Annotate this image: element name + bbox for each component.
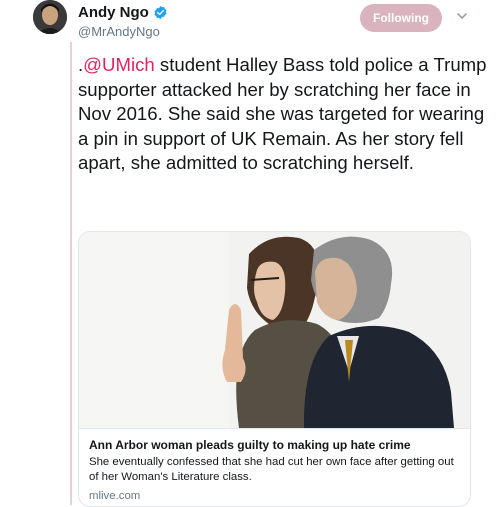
link-card-image (79, 232, 470, 428)
author-name-row: Andy Ngo (78, 4, 168, 21)
avatar[interactable] (33, 0, 67, 34)
mention-link[interactable]: @UMich (83, 54, 155, 75)
avatar-image (33, 0, 67, 34)
author-name[interactable]: Andy Ngo (78, 4, 149, 21)
author-handle[interactable]: @MrAndyNgo (78, 24, 160, 39)
link-card-body: Ann Arbor woman pleads guilty to making … (79, 428, 470, 506)
verified-badge-icon (154, 5, 167, 20)
tweet: Andy Ngo @MrAndyNgo Following .@UMich st… (0, 0, 500, 507)
link-card-domain: mlive.com (89, 490, 141, 502)
thread-line (70, 42, 72, 505)
link-card[interactable]: Ann Arbor woman pleads guilty to making … (78, 231, 471, 507)
chevron-down-icon[interactable] (456, 10, 468, 22)
tweet-text: .@UMich student Halley Bass told police … (78, 53, 498, 176)
link-card-title: Ann Arbor woman pleads guilty to making … (89, 438, 411, 452)
link-card-description: She eventually confessed that she had cu… (89, 456, 454, 483)
following-button[interactable]: Following (360, 4, 442, 32)
